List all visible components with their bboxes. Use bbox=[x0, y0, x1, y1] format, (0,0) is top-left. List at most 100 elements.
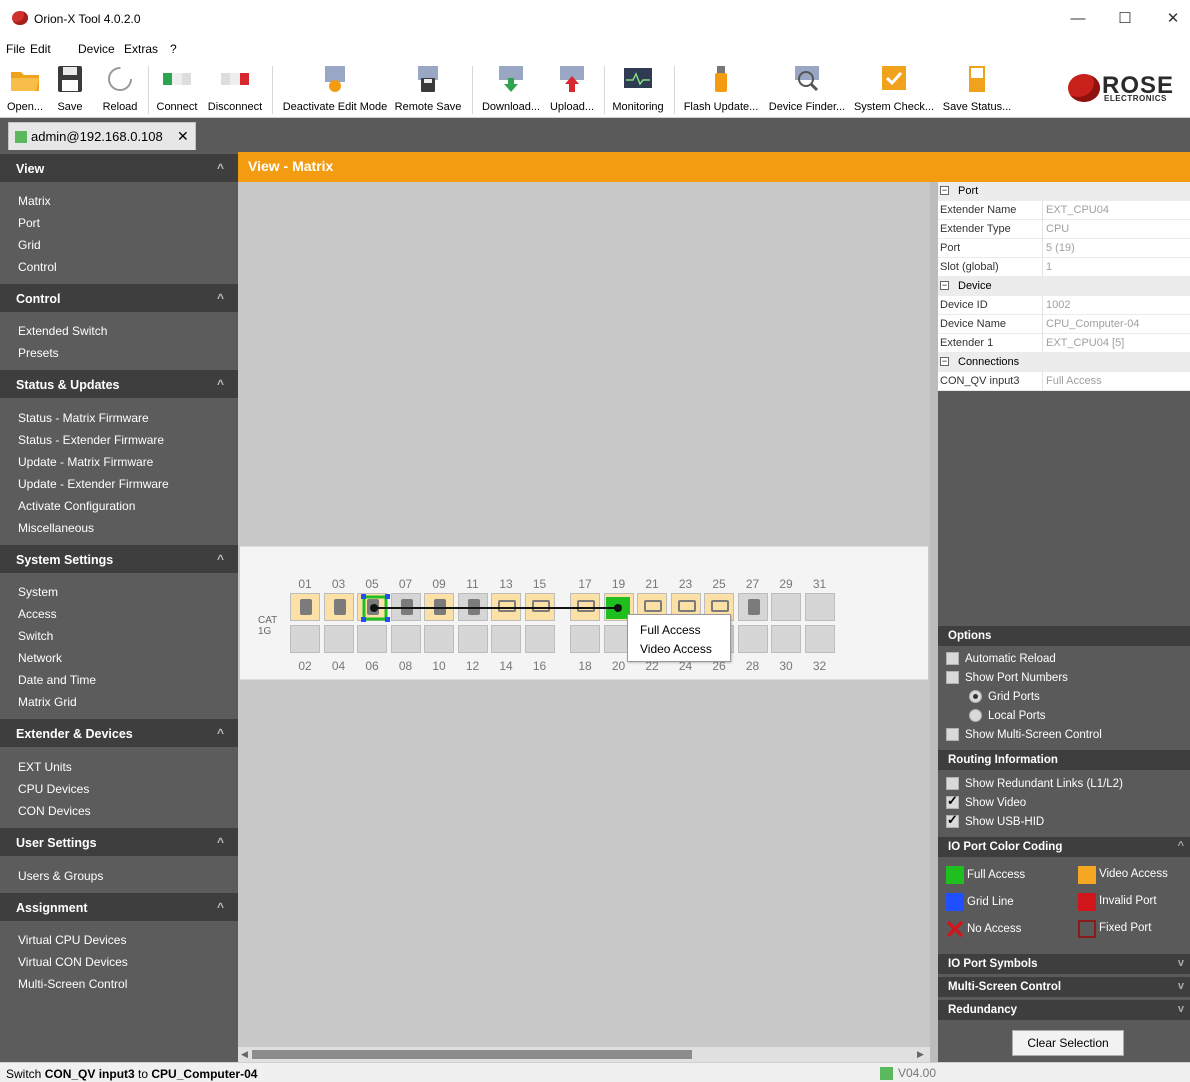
port-cell[interactable] bbox=[491, 593, 521, 621]
port-cell[interactable] bbox=[804, 593, 835, 621]
show-port-numbers-checkbox[interactable] bbox=[946, 671, 959, 684]
flash-update-button[interactable]: Flash Update... bbox=[680, 64, 762, 116]
sidebar-item-date-time[interactable]: Date and Time bbox=[18, 673, 96, 687]
port-cell[interactable] bbox=[390, 593, 421, 621]
port-cell[interactable] bbox=[491, 625, 521, 653]
redundancy-header[interactable]: Redundancy v bbox=[938, 1000, 1190, 1020]
context-video-access[interactable]: Video Access bbox=[640, 642, 712, 656]
menu-edit[interactable]: Edit bbox=[30, 42, 51, 56]
sidebar-header-system-settings[interactable]: System Settings ^ bbox=[0, 545, 238, 573]
port-cell[interactable] bbox=[290, 593, 320, 621]
sidebar-item-matrix[interactable]: Matrix bbox=[18, 194, 51, 208]
sidebar-item-presets[interactable]: Presets bbox=[18, 346, 59, 360]
sidebar-item-access[interactable]: Access bbox=[18, 607, 57, 621]
io-port-symbols-header[interactable]: IO Port Symbols v bbox=[938, 954, 1190, 974]
local-ports-radio[interactable] bbox=[969, 709, 982, 722]
close-window-button[interactable]: ✕ bbox=[1158, 8, 1188, 30]
port-cell[interactable] bbox=[457, 593, 488, 621]
show-video-checkbox[interactable] bbox=[946, 793, 959, 809]
redundant-links-checkbox[interactable] bbox=[946, 777, 959, 790]
sidebar-item-cpu-devices[interactable]: CPU Devices bbox=[18, 782, 89, 796]
disconnect-button[interactable]: Disconnect bbox=[204, 64, 266, 116]
sidebar-header-extender-devices[interactable]: Extender & Devices ^ bbox=[0, 719, 238, 747]
sidebar-item-control[interactable]: Control bbox=[18, 260, 57, 274]
deactivate-edit-mode-button[interactable]: Deactivate Edit Mode bbox=[280, 64, 390, 116]
port-cell[interactable] bbox=[457, 625, 488, 653]
sidebar-item-misc[interactable]: Miscellaneous bbox=[18, 521, 94, 535]
port-cell[interactable] bbox=[357, 593, 387, 621]
sidebar-header-control[interactable]: Control ^ bbox=[0, 284, 238, 312]
scroll-left-icon[interactable]: ◀ bbox=[241, 1049, 248, 1060]
menu-extras[interactable]: Extras bbox=[124, 42, 158, 56]
show-usb-checkbox[interactable] bbox=[946, 812, 959, 828]
save-button[interactable]: Save bbox=[52, 64, 88, 116]
port-cell[interactable] bbox=[804, 625, 835, 653]
sidebar-item-grid[interactable]: Grid bbox=[18, 238, 41, 252]
tab-close-icon[interactable]: ✕ bbox=[177, 128, 189, 145]
color-coding-header[interactable]: IO Port Color Coding ^ bbox=[938, 837, 1190, 857]
reload-button[interactable]: Reload bbox=[98, 64, 142, 116]
port-cell[interactable] bbox=[390, 625, 421, 653]
horizontal-scrollbar[interactable]: ◀ ▶ bbox=[238, 1047, 930, 1062]
matrix-canvas[interactable]: CAT 1G 01 03 05 07 09 11 13 15 17 19 21 23 25 27 29 31 02… bbox=[238, 182, 930, 1047]
sidebar-item-activate-config[interactable]: Activate Configuration bbox=[18, 499, 135, 513]
port-cell[interactable] bbox=[771, 593, 801, 621]
prop-group-port[interactable]: − Port bbox=[938, 182, 1190, 201]
port-cell[interactable] bbox=[424, 593, 454, 621]
sidebar-item-system[interactable]: System bbox=[18, 585, 58, 599]
remote-save-button[interactable]: Remote Save bbox=[392, 64, 464, 116]
port-cell[interactable] bbox=[357, 625, 387, 653]
sidebar-item-update-matrix-fw[interactable]: Update - Matrix Firmware bbox=[18, 455, 153, 469]
scroll-right-icon[interactable]: ▶ bbox=[917, 1049, 924, 1060]
menu-file[interactable]: File bbox=[6, 42, 25, 56]
sidebar-item-port[interactable]: Port bbox=[18, 216, 40, 230]
sidebar-item-users-groups[interactable]: Users & Groups bbox=[18, 869, 103, 883]
sidebar-item-ext-units[interactable]: EXT Units bbox=[18, 760, 72, 774]
monitoring-button[interactable]: Monitoring bbox=[608, 64, 668, 116]
connect-button[interactable]: Connect bbox=[154, 64, 200, 116]
prop-group-device[interactable]: − Device bbox=[938, 277, 1190, 296]
tab-session[interactable]: admin@192.168.0.108 ✕ bbox=[8, 122, 196, 150]
sidebar-header-view[interactable]: View ^ bbox=[0, 154, 238, 182]
port-cell[interactable] bbox=[737, 593, 768, 621]
sidebar-item-network[interactable]: Network bbox=[18, 651, 62, 665]
sidebar-header-assignment[interactable]: Assignment ^ bbox=[0, 893, 238, 921]
grid-ports-radio[interactable] bbox=[969, 690, 982, 703]
menu-device[interactable]: Device bbox=[78, 42, 115, 56]
sidebar-item-virtual-con[interactable]: Virtual CON Devices bbox=[18, 955, 128, 969]
multi-screen-checkbox[interactable] bbox=[946, 728, 959, 741]
sidebar-item-multi-screen[interactable]: Multi-Screen Control bbox=[18, 977, 127, 991]
port-cell[interactable] bbox=[570, 593, 600, 621]
port-cell[interactable] bbox=[570, 625, 600, 653]
system-check-button[interactable]: System Check... bbox=[852, 64, 936, 116]
maximize-button[interactable]: ☐ bbox=[1110, 8, 1140, 30]
clear-selection-button[interactable]: Clear Selection bbox=[1012, 1030, 1124, 1056]
open-button[interactable]: Open... bbox=[6, 64, 44, 116]
minimize-button[interactable]: — bbox=[1063, 8, 1093, 30]
port-cell[interactable] bbox=[737, 625, 768, 653]
prop-group-connections[interactable]: − Connections bbox=[938, 353, 1190, 372]
port-cell[interactable] bbox=[323, 625, 354, 653]
sidebar-item-con-devices[interactable]: CON Devices bbox=[18, 804, 91, 818]
sidebar-item-virtual-cpu[interactable]: Virtual CPU Devices bbox=[18, 933, 126, 947]
download-button[interactable]: Download... bbox=[478, 64, 544, 116]
collapse-icon[interactable]: − bbox=[940, 186, 949, 195]
sidebar-item-matrix-grid[interactable]: Matrix Grid bbox=[18, 695, 77, 709]
context-full-access[interactable]: Full Access bbox=[640, 623, 701, 637]
port-cell[interactable] bbox=[424, 625, 454, 653]
auto-reload-checkbox[interactable] bbox=[946, 652, 959, 665]
port-cell[interactable] bbox=[524, 625, 555, 653]
upload-button[interactable]: Upload... bbox=[546, 64, 598, 116]
sidebar-item-status-matrix-fw[interactable]: Status - Matrix Firmware bbox=[18, 411, 149, 425]
sidebar-item-status-extender-fw[interactable]: Status - Extender Firmware bbox=[18, 433, 164, 447]
port-cell[interactable] bbox=[524, 593, 555, 621]
port-cell[interactable] bbox=[323, 593, 354, 621]
collapse-icon[interactable]: − bbox=[940, 281, 949, 290]
save-status-button[interactable]: Save Status... bbox=[940, 64, 1014, 116]
sidebar-item-update-extender-fw[interactable]: Update - Extender Firmware bbox=[18, 477, 169, 491]
sidebar-item-extended-switch[interactable]: Extended Switch bbox=[18, 324, 107, 338]
sidebar-item-switch[interactable]: Switch bbox=[18, 629, 53, 643]
menu-help[interactable]: ? bbox=[170, 42, 177, 56]
scrollbar-thumb[interactable] bbox=[252, 1050, 692, 1059]
sidebar-header-status-updates[interactable]: Status & Updates ^ bbox=[0, 370, 238, 398]
